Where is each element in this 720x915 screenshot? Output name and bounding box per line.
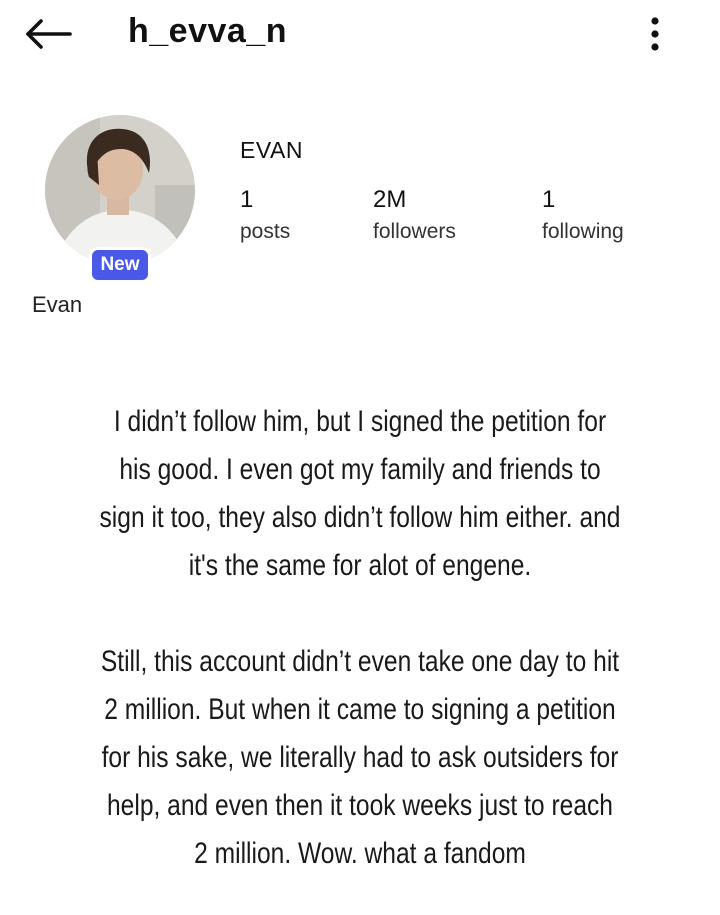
- overlay-caption: I didn’t follow him, but I signed the pe…: [98, 398, 623, 878]
- avatar: [45, 115, 195, 265]
- new-badge[interactable]: New: [89, 247, 151, 283]
- posts-stat[interactable]: 1 posts: [240, 186, 290, 244]
- profile-display-name: EVAN: [240, 137, 303, 163]
- following-label: following: [542, 220, 624, 243]
- posts-count: 1: [240, 186, 254, 213]
- caption-paragraph-1: I didn’t follow him, but I signed the pe…: [99, 405, 621, 582]
- avatar-photo: [45, 115, 195, 265]
- followers-stat[interactable]: 2M followers: [373, 186, 456, 244]
- following-stat[interactable]: 1 following: [542, 186, 624, 244]
- top-bar: h_evva_n: [0, 0, 720, 70]
- followers-count: 2M: [373, 186, 407, 213]
- followers-label: followers: [373, 220, 456, 243]
- profile-username: h_evva_n: [128, 12, 287, 50]
- profile-avatar-container[interactable]: [45, 115, 195, 265]
- following-count: 1: [542, 186, 556, 213]
- caption-paragraph-2: Still, this account didn’t even take one…: [100, 645, 620, 870]
- vertical-dots-icon: [651, 17, 659, 51]
- posts-label: posts: [240, 220, 291, 243]
- avatar-caption: Evan: [32, 292, 83, 317]
- more-options-button[interactable]: [640, 14, 670, 54]
- back-button[interactable]: [22, 14, 74, 54]
- arrow-left-icon: [26, 19, 72, 49]
